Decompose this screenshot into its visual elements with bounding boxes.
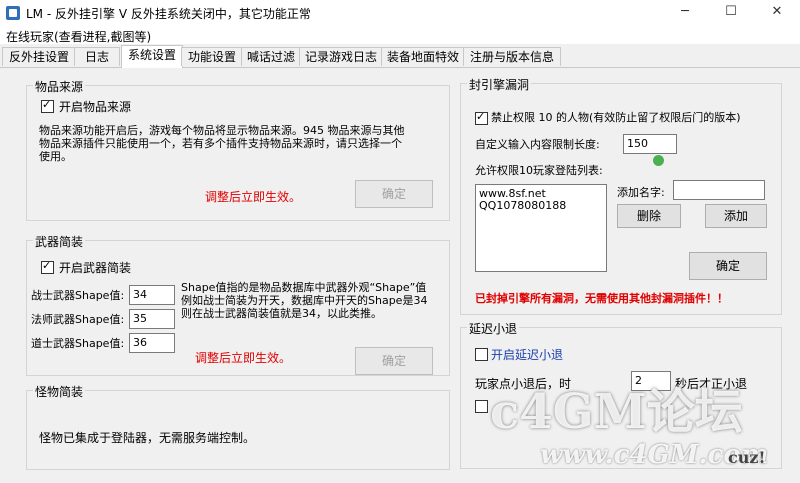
allow-list-label: 允许权限10玩家登陆列表:	[475, 164, 603, 177]
tab-ground-effects[interactable]: 装备地面特效	[381, 47, 465, 66]
add-name-label: 添加名字:	[617, 186, 665, 199]
item-source-description: 物品来源功能开启后，游戏每个物品将显示物品来源。945 物品来源与其他物品来源插…	[39, 124, 405, 163]
engine-block-confirm-button[interactable]: 确定	[689, 252, 767, 280]
weapon-simple-confirm-button[interactable]: 确定	[355, 347, 433, 375]
weapon-simple-note: 调整后立即生效。	[195, 351, 292, 365]
item-source-confirm-button[interactable]: 确定	[355, 180, 433, 208]
tab-register-version[interactable]: 注册与版本信息	[463, 47, 561, 66]
tab-system-settings[interactable]: 系统设置	[121, 45, 183, 68]
window-title: LM - 反外挂引擎 V 反外挂系统关闭中，其它功能正常	[26, 7, 311, 21]
minimize-button[interactable]: ─	[662, 0, 708, 26]
warrior-shape-label: 战士武器Shape值:	[31, 289, 125, 302]
allow-list-box[interactable]: www.8sf.net QQ1078080188	[475, 184, 607, 272]
mage-shape-input[interactable]: 35	[129, 309, 175, 329]
custom-length-label: 自定义输入内容限制长度:	[475, 138, 600, 151]
add-button[interactable]: 添加	[705, 204, 767, 228]
monster-simple-description: 怪物已集成于登陆器，无需服务端控制。	[39, 431, 256, 445]
weapon-simple-group: 武器简装 开启武器简装 战士武器Shape值: 34 法师武器Shape值: 3…	[26, 233, 450, 376]
engine-block-note: 已封掉引擎所有漏洞，无需使用其他封漏洞插件！！	[475, 292, 728, 305]
weapon-simple-description: Shape值指的是物品数据库中武器外观“Shape”值例如战士简装为开天，数据库…	[181, 281, 428, 320]
tab-strip: 反外挂设置 日志 系统设置 功能设置 喊话过滤 记录游戏日志 装备地面特效 注册…	[0, 45, 800, 68]
app-icon	[6, 6, 20, 20]
item-source-group: 物品来源 开启物品来源 物品来源功能开启后，游戏每个物品将显示物品来源。945 …	[26, 78, 450, 221]
ban-level10-label: 禁止权限 10 的人物(有效防止留了权限后门的版本)	[491, 111, 741, 124]
tab-function-settings[interactable]: 功能设置	[181, 47, 243, 66]
engine-block-title: 封引擎漏洞	[467, 76, 532, 93]
tab-anticheat[interactable]: 反外挂设置	[2, 47, 76, 66]
list-item[interactable]: QQ1078080188	[479, 200, 603, 212]
mage-shape-label: 法师武器Shape值:	[31, 313, 125, 326]
tab-game-log[interactable]: 记录游戏日志	[299, 47, 383, 66]
status-dot-icon	[653, 155, 664, 166]
delete-button[interactable]: 删除	[617, 204, 681, 228]
maximize-button[interactable]: ☐	[708, 0, 754, 26]
item-source-checkbox[interactable]	[41, 98, 54, 113]
delay-logout-enable-label: 开启延迟小退	[491, 348, 564, 362]
item-source-enable-label: 开启物品来源	[59, 100, 132, 114]
watermark-suffix: cuz!	[728, 448, 766, 467]
item-source-title: 物品来源	[33, 78, 86, 95]
warrior-shape-input[interactable]: 34	[129, 285, 175, 305]
weapon-simple-enable-label: 开启武器简装	[59, 261, 132, 275]
engine-block-group: 封引擎漏洞 禁止权限 10 的人物(有效防止留了权限后门的版本) 自定义输入内容…	[460, 76, 782, 315]
delay-logout-option-checkbox[interactable]	[475, 400, 488, 413]
delay-logout-title: 延迟小退	[467, 320, 520, 337]
weapon-simple-title: 武器简装	[33, 233, 86, 250]
delay-logout-checkbox[interactable]	[475, 348, 488, 361]
tab-chat-filter[interactable]: 喊话过滤	[241, 47, 301, 66]
close-button[interactable]: ✕	[754, 0, 800, 26]
menu-bar: 在线玩家(查看进程,截图等)	[0, 26, 800, 44]
monster-simple-title: 怪物简装	[33, 383, 86, 400]
menu-online-players[interactable]: 在线玩家(查看进程,截图等)	[6, 28, 151, 45]
weapon-simple-checkbox[interactable]	[41, 259, 54, 274]
tab-log[interactable]: 日志	[74, 47, 120, 66]
monster-simple-group: 怪物简装 怪物已集成于登陆器，无需服务端控制。	[26, 383, 450, 470]
custom-length-input[interactable]: 150	[623, 134, 677, 154]
title-bar: LM - 反外挂引擎 V 反外挂系统关闭中，其它功能正常 ─ ☐ ✕	[0, 0, 800, 26]
ban-level10-checkbox[interactable]	[475, 110, 488, 125]
taoist-shape-label: 道士武器Shape值:	[31, 337, 125, 350]
watermark-brand: c4GM论坛	[490, 384, 743, 440]
item-source-note: 调整后立即生效。	[205, 190, 302, 204]
taoist-shape-input[interactable]: 36	[129, 333, 175, 353]
add-name-input[interactable]	[673, 180, 765, 200]
